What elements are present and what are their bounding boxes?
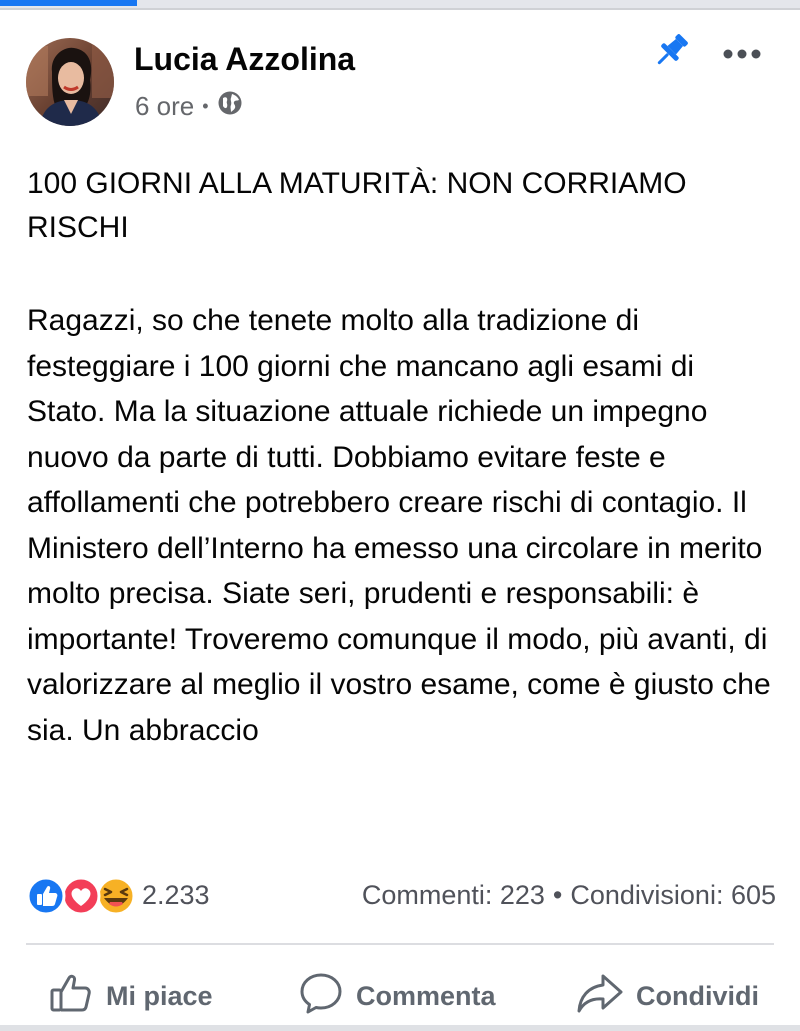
reactions-bar: 2.233 Commenti: 223 • Condivisioni: 605: [26, 874, 776, 918]
post-header: Lucia Azzolina 6 ore •: [26, 34, 776, 130]
actions-divider: [26, 943, 774, 945]
comment-icon: [298, 970, 356, 1023]
share-icon: [576, 970, 636, 1023]
comment-button[interactable]: Commenta: [298, 968, 496, 1024]
globe-icon: [217, 90, 243, 123]
top-divider: [0, 8, 800, 10]
post-time[interactable]: 6 ore: [135, 91, 194, 122]
bottom-divider: [0, 1025, 800, 1031]
reaction-icons[interactable]: [26, 876, 138, 916]
like-label: Mi piace: [106, 980, 213, 1011]
top-bar: [0, 0, 800, 10]
post-stats: Commenti: 223 • Condivisioni: 605: [362, 880, 776, 911]
loading-progress: [0, 0, 137, 6]
more-options-icon[interactable]: [723, 44, 761, 64]
avatar[interactable]: [26, 38, 114, 126]
shares-count[interactable]: Condivisioni: 605: [570, 880, 776, 910]
share-button[interactable]: Condividi: [576, 968, 759, 1024]
haha-icon: [96, 876, 136, 916]
love-icon: [61, 876, 101, 916]
post-body: Ragazzi, so che tenete molto alla tradiz…: [27, 304, 771, 747]
action-bar: Mi piace Commenta Condividi: [0, 968, 800, 1024]
comment-label: Commenta: [356, 980, 496, 1011]
reaction-count[interactable]: 2.233: [142, 880, 210, 911]
thumbs-up-icon: [48, 970, 106, 1023]
stats-separator: •: [552, 880, 563, 910]
post-title: 100 GIORNI ALLA MATURITÀ: NON CORRIAMO R…: [27, 167, 687, 244]
author-name[interactable]: Lucia Azzolina: [134, 41, 355, 78]
like-icon: [26, 876, 66, 916]
like-button[interactable]: Mi piace: [48, 968, 213, 1024]
pin-icon[interactable]: [650, 30, 692, 72]
comments-count[interactable]: Commenti: 223: [362, 880, 545, 910]
share-label: Condividi: [636, 980, 759, 1011]
meta-separator: •: [202, 96, 209, 116]
post-meta: 6 ore •: [135, 90, 243, 123]
